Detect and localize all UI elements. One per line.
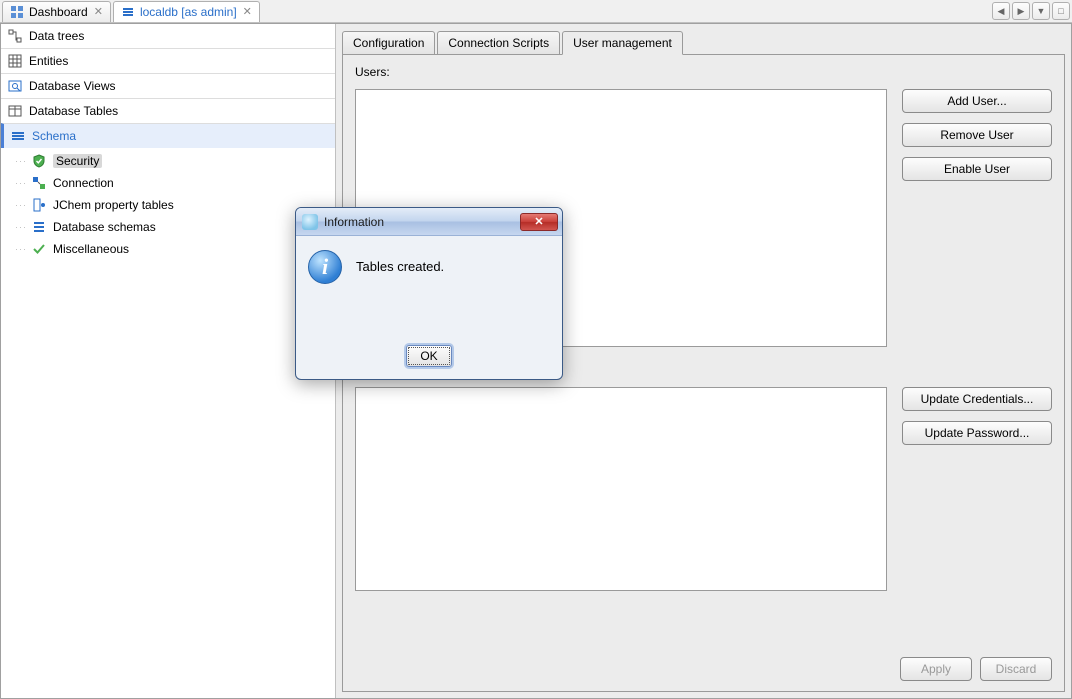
tab-configuration[interactable]: Configuration bbox=[342, 31, 435, 55]
ok-button[interactable]: OK bbox=[406, 345, 452, 367]
dialog-title-text: Information bbox=[324, 215, 384, 229]
tree-branch-icon: ··· bbox=[11, 244, 31, 254]
tab-label: User management bbox=[573, 36, 672, 50]
tab-user-management[interactable]: User management bbox=[562, 31, 683, 55]
scroll-left-button[interactable]: ◀ bbox=[992, 2, 1010, 20]
tab-localdb-label: localdb [as admin] bbox=[140, 5, 237, 19]
dialog-titlebar[interactable]: Information ✕ bbox=[296, 208, 562, 236]
tree-branch-icon: ··· bbox=[11, 178, 31, 188]
sidebar: Data trees Entities Database Views Datab… bbox=[1, 24, 336, 698]
schemas-icon bbox=[31, 219, 47, 235]
user-details-box[interactable] bbox=[355, 387, 887, 591]
sidebar-item-entities[interactable]: Entities bbox=[1, 48, 335, 73]
close-icon[interactable]: ✕ bbox=[243, 5, 252, 18]
tree-item-label: Database schemas bbox=[53, 220, 156, 234]
dialog-body: i Tables created. bbox=[296, 236, 562, 290]
user-buttons-column: Add User... Remove User Enable User bbox=[902, 89, 1052, 181]
credentials-buttons-column: Update Credentials... Update Password... bbox=[902, 387, 1052, 445]
tree-icon bbox=[7, 28, 23, 44]
tree-branch-icon: ··· bbox=[11, 156, 31, 166]
app-icon bbox=[302, 214, 318, 230]
users-label: Users: bbox=[355, 65, 1052, 79]
tree-item-label: Miscellaneous bbox=[53, 242, 129, 256]
information-dialog: Information ✕ i Tables created. OK bbox=[295, 207, 563, 380]
sidebar-item-database-views[interactable]: Database Views bbox=[1, 73, 335, 98]
bottom-buttons: Apply Discard bbox=[900, 657, 1052, 681]
tab-dashboard[interactable]: Dashboard ✕ bbox=[2, 1, 111, 22]
dashboard-icon bbox=[10, 5, 24, 19]
dialog-footer: OK bbox=[296, 345, 562, 367]
sidebar-item-schema[interactable]: Schema bbox=[1, 123, 335, 148]
close-button[interactable]: ✕ bbox=[520, 213, 558, 231]
tab-connection-scripts[interactable]: Connection Scripts bbox=[437, 31, 560, 55]
maximize-button[interactable]: □ bbox=[1052, 2, 1070, 20]
tab-label: Configuration bbox=[353, 36, 424, 50]
sidebar-item-label: Database Tables bbox=[29, 104, 118, 118]
scroll-right-button[interactable]: ▶ bbox=[1012, 2, 1030, 20]
tab-label: Connection Scripts bbox=[448, 36, 549, 50]
tree-item-label: JChem property tables bbox=[53, 198, 174, 212]
sidebar-item-database-tables[interactable]: Database Tables bbox=[1, 98, 335, 123]
grid-icon bbox=[7, 53, 23, 69]
add-user-button[interactable]: Add User... bbox=[902, 89, 1052, 113]
sidebar-item-label: Entities bbox=[29, 54, 68, 68]
dialog-message: Tables created. bbox=[356, 250, 444, 274]
tab-localdb[interactable]: localdb [as admin] ✕ bbox=[113, 1, 260, 22]
sidebar-item-label: Data trees bbox=[29, 29, 84, 43]
dropdown-button[interactable]: ▼ bbox=[1032, 2, 1050, 20]
tree-branch-icon: ··· bbox=[11, 222, 31, 232]
tree-item-security[interactable]: ··· Security bbox=[11, 150, 335, 172]
enable-user-button[interactable]: Enable User bbox=[902, 157, 1052, 181]
tree-item-jchem[interactable]: ··· JChem property tables bbox=[11, 194, 335, 216]
info-icon: i bbox=[308, 250, 342, 284]
tab-dashboard-label: Dashboard bbox=[29, 5, 88, 19]
properties-icon bbox=[31, 197, 47, 213]
views-icon bbox=[7, 78, 23, 94]
tree-item-label: Security bbox=[53, 154, 102, 168]
top-right-controls: ◀ ▶ ▼ □ bbox=[990, 2, 1070, 20]
tree-item-connection[interactable]: ··· Connection bbox=[11, 172, 335, 194]
remove-user-button[interactable]: Remove User bbox=[902, 123, 1052, 147]
connection-icon bbox=[31, 175, 47, 191]
update-password-button[interactable]: Update Password... bbox=[902, 421, 1052, 445]
sidebar-item-label: Schema bbox=[32, 129, 76, 143]
schema-icon bbox=[10, 128, 26, 144]
tree-branch-icon: ··· bbox=[11, 200, 31, 210]
discard-button[interactable]: Discard bbox=[980, 657, 1052, 681]
schema-tree: ··· Security ··· Connection ··· JChem pr… bbox=[1, 148, 335, 262]
tree-item-miscellaneous[interactable]: ··· Miscellaneous bbox=[11, 238, 335, 260]
check-icon bbox=[31, 241, 47, 257]
shield-icon bbox=[31, 153, 47, 169]
database-icon bbox=[121, 5, 135, 19]
table-icon bbox=[7, 103, 23, 119]
close-icon[interactable]: ✕ bbox=[94, 5, 103, 18]
editor-tab-bar: Dashboard ✕ localdb [as admin] ✕ ◀ ▶ ▼ □ bbox=[0, 0, 1072, 23]
apply-button[interactable]: Apply bbox=[900, 657, 972, 681]
sidebar-item-data-trees[interactable]: Data trees bbox=[1, 24, 335, 48]
tree-item-database-schemas[interactable]: ··· Database schemas bbox=[11, 216, 335, 238]
tree-item-label: Connection bbox=[53, 176, 114, 190]
inner-tab-bar: Configuration Connection Scripts User ma… bbox=[342, 30, 1065, 54]
update-credentials-button[interactable]: Update Credentials... bbox=[902, 387, 1052, 411]
sidebar-item-label: Database Views bbox=[29, 79, 116, 93]
